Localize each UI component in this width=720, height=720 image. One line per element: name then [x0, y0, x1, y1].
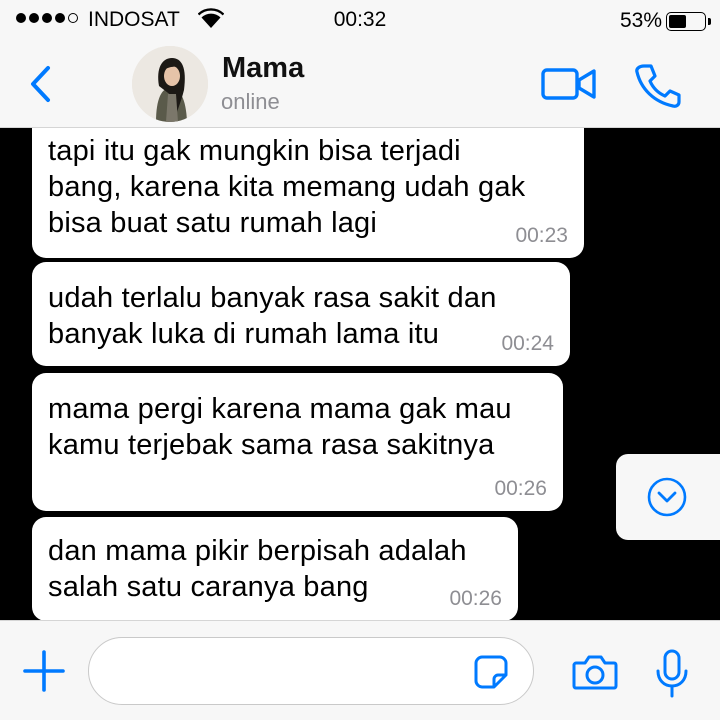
message-bubble[interactable]: tapi itu gak mungkin bisa terjadi bang, …: [32, 128, 584, 258]
microphone-icon[interactable]: [654, 649, 690, 699]
scroll-down-icon: [647, 477, 687, 517]
message-bubble[interactable]: dan mama pikir berpisah adalah salah sat…: [32, 517, 518, 620]
message-text: tapi itu gak mungkin bisa terjadi bang, …: [48, 135, 526, 239]
back-chevron-icon[interactable]: [24, 62, 58, 106]
battery-tip: [708, 18, 711, 25]
status-time: 00:32: [333, 8, 387, 31]
message-time: 00:24: [501, 332, 554, 355]
message-text: udah terlalu banyak rasa sakit dan banya…: [48, 282, 497, 350]
avatar[interactable]: [132, 46, 208, 122]
message-text: dan mama pikir berpisah adalah salah sat…: [48, 535, 467, 603]
composer-bar: [0, 620, 720, 720]
message-bubble[interactable]: udah terlalu banyak rasa sakit dan banya…: [32, 262, 570, 366]
contact-name[interactable]: Mama: [222, 52, 304, 85]
phone-call-icon[interactable]: [634, 62, 682, 108]
status-bar: INDOSAT 00:32 53%: [0, 0, 720, 42]
message-bubble[interactable]: mama pergi karena mama gak mau kamu terj…: [32, 373, 563, 511]
message-list[interactable]: tapi itu gak mungkin bisa terjadi bang, …: [0, 128, 720, 620]
video-call-icon[interactable]: [540, 64, 598, 104]
plus-icon[interactable]: [22, 649, 66, 693]
message-time: 00:26: [494, 477, 547, 500]
contact-status: online: [221, 89, 280, 114]
message-time: 00:23: [515, 224, 568, 247]
chat-header: Mama online: [0, 42, 720, 128]
battery-icon: [666, 12, 706, 31]
battery-percent: 53%: [619, 9, 662, 32]
camera-icon[interactable]: [572, 653, 618, 691]
scroll-to-bottom-button[interactable]: [616, 454, 720, 540]
sticker-icon[interactable]: [474, 655, 508, 689]
message-input[interactable]: [88, 637, 534, 705]
battery-level-fill: [669, 15, 686, 28]
message-text: mama pergi karena mama gak mau kamu terj…: [48, 393, 512, 461]
message-time: 00:26: [449, 587, 502, 610]
